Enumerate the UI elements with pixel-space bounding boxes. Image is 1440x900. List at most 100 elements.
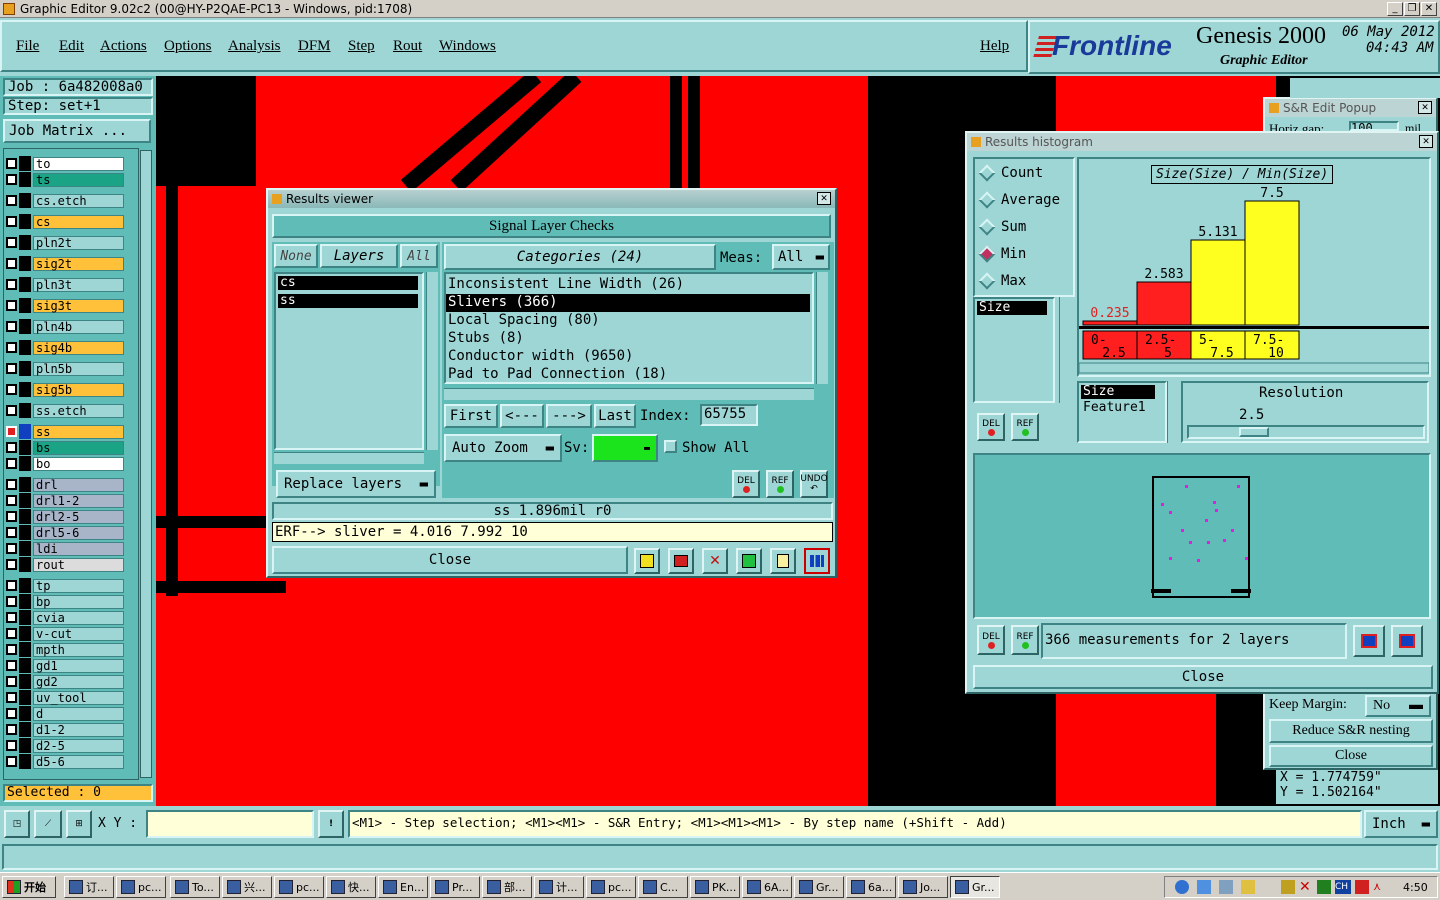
layer-display-toggle[interactable] — [19, 642, 31, 657]
layer-display-toggle[interactable] — [19, 256, 31, 271]
layer-row-mpth[interactable]: mpth — [6, 642, 124, 657]
index-input[interactable]: 65755 — [700, 404, 758, 426]
taskbar-item[interactable]: 6A... — [742, 876, 792, 898]
layer-checkbox[interactable] — [6, 756, 17, 767]
layer-name[interactable]: ts — [33, 172, 124, 187]
menu-options[interactable]: Options — [164, 38, 212, 55]
layer-row-v-cut[interactable]: v-cut — [6, 626, 124, 641]
layer-row-cvia[interactable]: cvia — [6, 610, 124, 625]
taskbar-item[interactable]: pc... — [586, 876, 636, 898]
layer-checkbox[interactable] — [6, 527, 17, 538]
taskbar-item[interactable]: Gr... — [950, 876, 1000, 898]
layer-row-ldi[interactable]: ldi — [6, 541, 124, 556]
layer-name[interactable]: gd2 — [33, 674, 124, 689]
maximize-button[interactable]: ❐ — [1404, 2, 1420, 16]
histogram-list[interactable]: Size — [973, 297, 1055, 403]
menu-actions[interactable]: Actions — [100, 38, 147, 55]
layer-name[interactable]: v-cut — [33, 626, 124, 641]
layer-list-hscroll[interactable] — [274, 452, 424, 464]
reduce-nesting-button[interactable]: Reduce S&R nesting — [1269, 719, 1433, 743]
layer-checkbox[interactable] — [6, 237, 17, 248]
layer-checkbox[interactable] — [6, 279, 17, 290]
layer-row-bs[interactable]: bs — [6, 440, 124, 455]
sv-color-select[interactable]: ▬ — [592, 434, 658, 462]
layer-name[interactable]: drl2-5 — [33, 509, 124, 524]
minimize-button[interactable]: _ — [1387, 2, 1403, 16]
hist-ref-button-2[interactable]: REF — [1011, 625, 1039, 655]
layer-display-toggle[interactable] — [19, 610, 31, 625]
layer-row-d2-5[interactable]: d2-5 — [6, 738, 124, 753]
histogram-close-icon[interactable]: ✕ — [1419, 135, 1433, 148]
taskbar-item[interactable]: 6a... — [846, 876, 896, 898]
layer-checkbox[interactable] — [6, 458, 17, 469]
menu-file[interactable]: File — [16, 38, 39, 55]
zoom-to-result-icon[interactable] — [1353, 625, 1385, 657]
layer-row-cs[interactable]: cs — [6, 214, 124, 229]
layer-display-toggle[interactable] — [19, 477, 31, 492]
histogram-hscroll[interactable] — [1079, 362, 1429, 374]
category-list-vscroll[interactable] — [816, 272, 828, 384]
last-button[interactable]: Last — [594, 404, 636, 428]
layer-checkbox[interactable] — [6, 676, 17, 687]
resolution-slider-handle[interactable] — [1239, 427, 1269, 437]
layer-name[interactable]: ss.etch — [33, 403, 124, 418]
grid-tool-icon[interactable]: ⊞ — [66, 810, 92, 838]
erf-tool-icon[interactable]: ✕ — [702, 548, 728, 574]
layer-checkbox[interactable] — [6, 559, 17, 570]
layer-name[interactable]: d2-5 — [33, 738, 124, 753]
next-button[interactable]: ---> — [546, 404, 592, 428]
layer-checkbox[interactable] — [6, 442, 17, 453]
layer-name[interactable]: bs — [33, 440, 124, 455]
layer-row-gd1[interactable]: gd1 — [6, 658, 124, 673]
layer-display-toggle[interactable] — [19, 403, 31, 418]
taskbar-item[interactable]: 兴... — [222, 876, 272, 898]
notes-icon[interactable] — [770, 548, 796, 574]
taskbar-item[interactable]: PK... — [690, 876, 740, 898]
results-close-button[interactable]: Close — [272, 546, 628, 574]
keep-margin-select[interactable]: No ▬ — [1365, 695, 1431, 717]
sr-popup-close-icon[interactable]: ✕ — [1418, 101, 1432, 114]
layer-display-toggle[interactable] — [19, 557, 31, 572]
category-item[interactable]: Conductor width (9650) — [446, 348, 810, 366]
layer-checkbox[interactable] — [6, 708, 17, 719]
attribute-item[interactable]: Size — [1081, 385, 1155, 399]
layer-row-d5-6[interactable]: d5-6 — [6, 754, 124, 769]
layer-row-tp[interactable]: tp — [6, 578, 124, 593]
taskbar-item[interactable]: 订... — [64, 876, 114, 898]
layer-list-scrollbar[interactable] — [140, 150, 152, 778]
layer-display-toggle[interactable] — [19, 541, 31, 556]
layer-row-cs.etch[interactable]: cs.etch — [6, 193, 124, 208]
unit-select[interactable]: Inch ▬ — [1364, 810, 1438, 838]
hist-del-button[interactable]: DEL — [977, 413, 1005, 441]
histogram-icon[interactable] — [804, 548, 830, 574]
histogram-close-button[interactable]: Close — [973, 665, 1433, 689]
menu-help[interactable]: Help — [980, 38, 1009, 55]
none-button[interactable]: None — [274, 244, 318, 268]
layer-row-pln2t[interactable]: pln2t — [6, 235, 124, 250]
layer-checkbox[interactable] — [6, 644, 17, 655]
taskbar-item[interactable]: 快... — [326, 876, 376, 898]
taskbar-item[interactable]: To... — [170, 876, 220, 898]
layer-display-toggle[interactable] — [19, 658, 31, 673]
info-icon[interactable]: ! — [318, 810, 344, 838]
layer-checkbox[interactable] — [6, 321, 17, 332]
layer-name[interactable]: d — [33, 706, 124, 721]
menu-step[interactable]: Step — [348, 38, 375, 55]
taskbar-item[interactable]: Gr... — [794, 876, 844, 898]
layer-name[interactable]: tp — [33, 578, 124, 593]
layer-name[interactable]: drl — [33, 477, 124, 492]
layer-name[interactable]: drl1-2 — [33, 493, 124, 508]
layer-row-rout[interactable]: rout — [6, 557, 124, 572]
histogram-list-item[interactable]: Size — [977, 301, 1047, 315]
category-item[interactable]: Inconsistent Line Width (26) — [446, 276, 810, 294]
layer-list-vscroll[interactable] — [426, 272, 438, 450]
layer-name[interactable]: bp — [33, 594, 124, 609]
layer-checkbox[interactable] — [6, 195, 17, 206]
layer-result-item[interactable]: ss — [278, 294, 418, 308]
horiz-gap-input[interactable]: 100 — [1349, 121, 1399, 131]
layer-row-sig3t[interactable]: sig3t — [6, 298, 124, 313]
layer-checkbox[interactable] — [6, 384, 17, 395]
category-list-hscroll[interactable] — [444, 388, 814, 400]
layer-checkbox[interactable] — [6, 342, 17, 353]
category-item[interactable]: Slivers (366) — [446, 294, 810, 312]
